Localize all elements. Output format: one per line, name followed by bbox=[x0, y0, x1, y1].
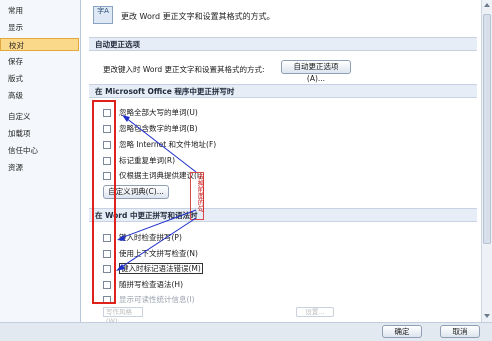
scroll-up-icon[interactable] bbox=[484, 3, 490, 7]
arrow-line-upper bbox=[125, 117, 197, 173]
ok-button[interactable]: 确定 bbox=[382, 325, 422, 338]
arrow-head-middle bbox=[117, 235, 125, 241]
annotation-arrows bbox=[116, 115, 197, 271]
scroll-thumb[interactable] bbox=[483, 14, 491, 244]
content-scrollbar[interactable] bbox=[481, 0, 492, 322]
arrow-head-upper bbox=[122, 115, 130, 122]
scroll-down-icon[interactable] bbox=[484, 314, 490, 318]
cancel-button[interactable]: 取消 bbox=[440, 325, 480, 338]
arrow-line-middle bbox=[120, 209, 197, 239]
arrow-line-lower bbox=[119, 217, 197, 269]
word-options-dialog: 常用 显示 校对 保存 版式 高级 自定义 加载项 信任中心 资源 字A 更改 … bbox=[0, 0, 492, 341]
